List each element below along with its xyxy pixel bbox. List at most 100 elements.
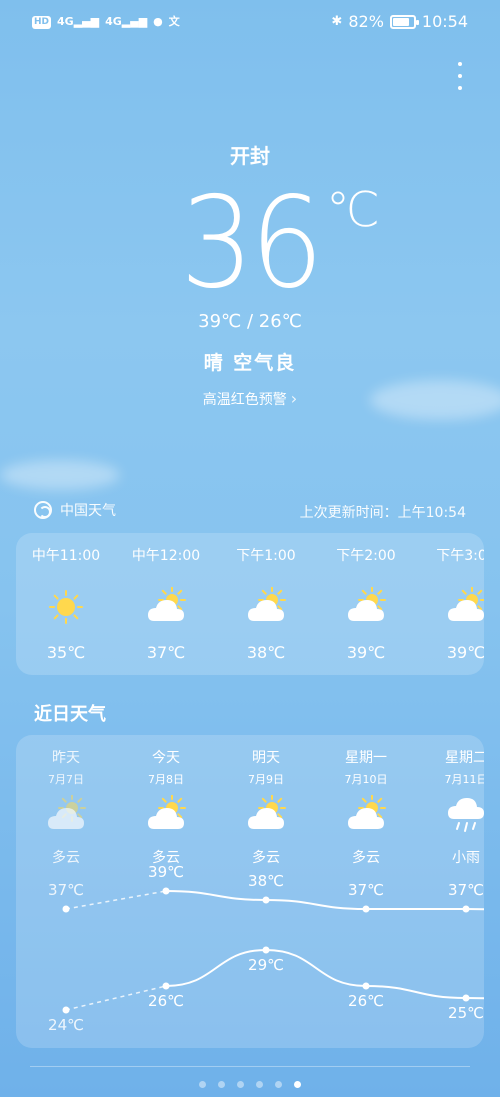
day-name: 星期一 [345,750,387,766]
weather-condition: 晴 空气良 [203,352,297,374]
high-temp-point [62,905,70,913]
hour-temp: 35℃ [46,643,86,662]
hourly-item: 下午2:00 39℃ [316,545,416,662]
hour-time: 中午11:00 [31,548,101,564]
hour-time: 下午3:00 [436,548,484,564]
battery-icon [389,14,419,29]
high-temp-label: 38℃ [248,872,284,890]
hourly-forecast[interactable]: 中午11:00 35℃ 中午12:00 37℃ 下午1:00 38℃ 下午2:00 3… [16,533,484,675]
partly-cloudy-icon [216,587,316,627]
day-date: 7月7日 [48,773,84,786]
partly-cloudy-icon [316,795,416,833]
signal-icon: 4G▂▄▆ [57,15,100,28]
daily-item: 星期一 7月10日 多云 [316,747,416,867]
daily-item: 昨天 7月7日 多云 [16,747,116,867]
sun-icon [16,587,116,627]
low-temp-trend-line [165,948,484,1000]
translate-icon: 文 [168,15,180,28]
hour-temp: 39℃ [446,643,484,662]
day-condition: 多云 [52,850,80,866]
low-temp-label: 26℃ [348,992,384,1010]
daily-item: 今天 7月8日 多云 [116,747,216,867]
temperature-value: 36 [179,169,324,316]
hd-icon: HD [32,15,52,29]
alert-text: 高温红色预警 [202,392,287,408]
day-date: 7月10日 [344,773,388,786]
page-dot[interactable] [294,1081,301,1088]
hourly-item: 下午3:00 39℃ [416,545,484,662]
high-temp-label: 39℃ [148,863,184,881]
low-temp-point [462,994,470,1002]
hour-temp: 37℃ [146,643,186,662]
daily-section-title: 近日天气 [34,704,106,725]
hour-temp: 38℃ [246,643,286,662]
hourly-item: 中午12:00 37℃ [116,545,216,662]
weather-alert[interactable]: 高温红色预警 › [0,389,500,409]
rain-icon [416,795,484,833]
wechat-icon: ● [153,15,163,28]
last-updated: 上次更新时间：上午10:54 [299,505,466,521]
source-name: 中国天气 [60,503,116,519]
partly-cloudy-icon [116,587,216,627]
hour-time: 中午12:00 [131,548,201,564]
high-temp-point [462,905,470,913]
day-date: 7月9日 [248,773,284,786]
high-temp-point [162,887,170,895]
low-temp-point [62,1006,70,1014]
high-low-temp: 39℃ / 26℃ [198,311,302,332]
day-name: 明天 [252,750,280,766]
day-name: 星期二 [445,750,484,766]
high-temp-point [262,896,270,904]
temperature-unit: ℃ [326,182,380,238]
divider [30,1066,470,1067]
low-temp-label: 24℃ [48,1016,84,1034]
low-temp-point [362,982,370,990]
high-temp-point [362,905,370,913]
page-dot[interactable] [237,1081,244,1088]
daily-item: 明天 7月9日 多云 [216,747,316,867]
day-name: 今天 [152,750,180,766]
battery-percent: 82% [348,12,384,31]
low-temp-point [162,982,170,990]
partly-cloudy-faded-icon [16,795,116,833]
page-dot[interactable] [199,1081,206,1088]
signal-icon-2: 4G▂▄▆ [105,15,148,28]
high-temp-label: 37℃ [348,881,384,899]
hourly-item: 下午1:00 38℃ [216,545,316,662]
high-temp-label: 37℃ [448,881,484,899]
city-name[interactable]: 开封 [0,140,500,169]
chevron-right-icon: › [290,389,298,408]
day-name: 昨天 [52,750,80,766]
low-temp-label: 25℃ [448,1004,484,1022]
day-date: 7月8日 [148,773,184,786]
page-dot[interactable] [218,1081,225,1088]
daily-item: 星期二 7月11日 小雨 [416,747,484,867]
low-temp-label: 26℃ [148,992,184,1010]
day-condition: 多云 [352,850,380,866]
partly-cloudy-icon [316,587,416,627]
data-source: 中国天气 [34,500,116,520]
more-menu-icon[interactable] [458,62,462,90]
hourly-item: 中午11:00 35℃ [16,545,116,662]
partly-cloudy-icon [416,587,484,627]
hour-time: 下午1:00 [236,548,296,564]
low-temp-point [262,946,270,954]
status-bar: HD 4G▂▄▆ 4G▂▄▆ ● 文 ✱ 82% 10:54 [0,0,500,46]
hour-temp: 39℃ [346,643,386,662]
high-temp-label: 37℃ [48,881,84,899]
page-dot[interactable] [256,1081,263,1088]
china-weather-logo-icon [34,501,52,519]
day-condition: 多云 [252,850,280,866]
day-condition: 小雨 [452,850,480,866]
partly-cloudy-icon [216,795,316,833]
page-dot[interactable] [275,1081,282,1088]
hour-time: 下午2:00 [336,548,396,564]
day-date: 7月11日 [444,773,485,786]
low-temp-label: 29℃ [248,956,284,974]
daily-forecast[interactable]: 昨天 7月7日 多云 今天 7月8日 多云 明天 7月9日 多云 星期一 7月10日 … [16,735,484,1048]
clock: 10:54 [421,12,468,31]
current-temperature: 36 ℃ [0,168,500,318]
page-indicator[interactable] [0,1081,500,1088]
partly-cloudy-icon [116,795,216,833]
bluetooth-icon: ✱ [331,14,343,29]
